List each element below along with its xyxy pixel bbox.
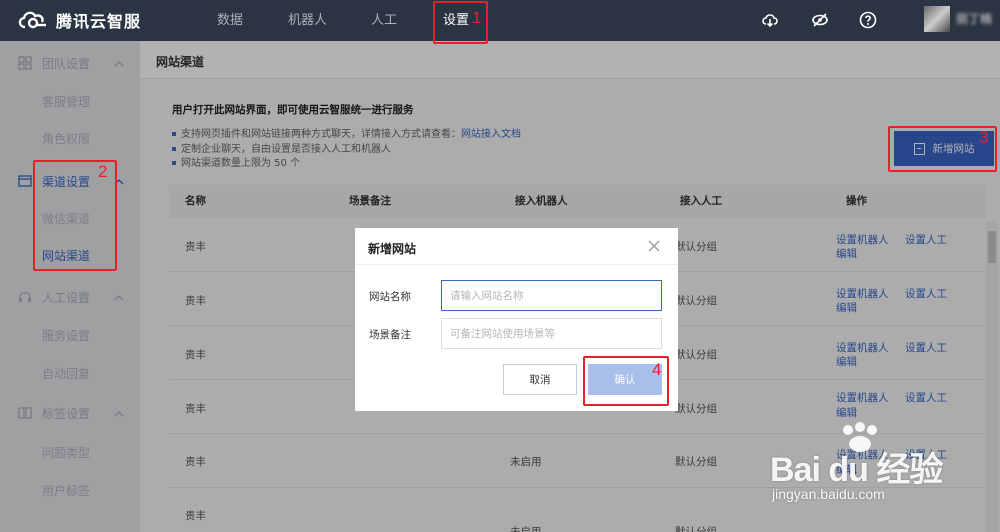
username[interactable]: 丽丁楠 bbox=[956, 10, 992, 27]
website-name-label: 网站名称 bbox=[369, 291, 411, 303]
nav-item-robot[interactable]: 机器人 bbox=[288, 0, 327, 41]
app-logo[interactable]: 腾讯云智服 bbox=[16, 8, 141, 32]
annotation-number: 4 bbox=[652, 360, 662, 379]
cloud-download-icon[interactable] bbox=[761, 11, 779, 29]
dialog-header: 新增网站 bbox=[355, 228, 678, 265]
help-icon[interactable] bbox=[859, 11, 877, 29]
annotation-number: 1 bbox=[472, 8, 482, 27]
scene-note-label: 场景备注 bbox=[369, 329, 411, 341]
dialog-title: 新增网站 bbox=[368, 242, 417, 256]
close-icon[interactable] bbox=[647, 239, 661, 253]
scene-note-input[interactable] bbox=[441, 318, 662, 349]
nav-item-human[interactable]: 人工 bbox=[371, 0, 397, 41]
website-name-input[interactable] bbox=[441, 280, 662, 311]
logo-text: 腾讯云智服 bbox=[56, 12, 142, 31]
watermark: Bai du 经验 jingyan.baidu.com bbox=[770, 420, 990, 530]
nav-item-data[interactable]: 数据 bbox=[217, 0, 243, 41]
watermark-url: jingyan.baidu.com bbox=[772, 486, 885, 502]
watermark-brand: Bai du 经验 bbox=[770, 451, 943, 489]
eye-off-icon[interactable] bbox=[811, 11, 829, 29]
annotation-number: 3 bbox=[979, 128, 989, 147]
cloud-logo-icon bbox=[16, 9, 50, 31]
top-navigation-bar: 腾讯云智服 数据 机器人 人工 设置 丽丁楠 bbox=[0, 0, 1000, 41]
annotation-number: 2 bbox=[98, 162, 108, 181]
avatar[interactable] bbox=[924, 6, 950, 32]
cancel-button[interactable]: 取消 bbox=[503, 364, 577, 395]
